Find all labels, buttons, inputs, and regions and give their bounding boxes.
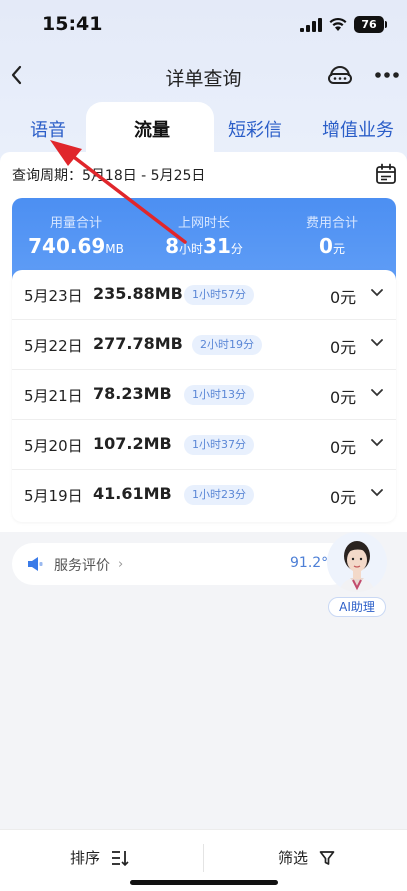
usage-total-value: 740.69MB	[12, 234, 140, 258]
fee-total-label: 费用合计	[305, 216, 358, 231]
table-row[interactable]: 5月22日 277.78MB 2小时19分 0元	[12, 320, 396, 370]
more-icon[interactable]	[374, 68, 400, 82]
tab-sms[interactable]: 短彩信	[228, 116, 282, 142]
row-duration-badge: 2小时19分	[192, 335, 262, 355]
usage-total-number: 740.69	[28, 234, 106, 258]
row-date: 5月20日	[24, 437, 83, 455]
calendar-icon[interactable]	[375, 163, 397, 185]
usage-summary: 用量合计 740.69MB 上网时长 8小时31分 费用合计 0元	[12, 198, 396, 280]
home-indicator	[130, 880, 278, 885]
row-duration-badge: 1小时13分	[184, 385, 254, 405]
row-amount: 235.88MB	[93, 284, 183, 303]
online-minutes: 31	[203, 234, 231, 258]
row-amount: 107.2MB	[93, 434, 172, 453]
row-amount: 41.61MB	[93, 484, 172, 503]
status-time: 15:41	[42, 13, 103, 35]
row-fee: 0元	[330, 338, 357, 357]
service-rating-bar[interactable]: 服务评价 › 91.2°	[12, 543, 352, 585]
chevron-down-icon[interactable]	[370, 438, 384, 448]
ai-assistant-button[interactable]: AI助理	[322, 528, 392, 620]
row-fee: 0元	[330, 488, 357, 507]
table-row[interactable]: 5月19日 41.61MB 1小时23分 0元	[12, 470, 396, 520]
sort-label: 排序	[70, 849, 101, 867]
online-duration-label: 上网时长	[177, 216, 230, 231]
row-amount: 277.78MB	[93, 334, 183, 353]
fee-total-value: 0元	[268, 234, 396, 258]
status-bar: 15:41 76	[0, 0, 407, 50]
row-date: 5月21日	[24, 387, 83, 405]
row-duration-badge: 1小时37分	[184, 435, 254, 455]
tab-voice[interactable]: 语音	[30, 116, 66, 142]
tab-bar: 语音 流量 短彩信 增值业务	[0, 102, 407, 158]
assistant-avatar	[327, 532, 387, 592]
battery-indicator: 76	[354, 16, 384, 33]
row-fee: 0元	[330, 438, 357, 457]
filter-icon	[319, 850, 335, 865]
row-fee: 0元	[330, 288, 357, 307]
ai-assistant-label: AI助理	[328, 597, 386, 617]
row-amount: 78.23MB	[93, 384, 172, 403]
chevron-down-icon[interactable]	[370, 338, 384, 348]
fee-total-unit: 元	[332, 242, 345, 256]
chevron-down-icon[interactable]	[370, 288, 384, 298]
chevron-down-icon[interactable]	[370, 488, 384, 498]
row-date: 5月23日	[24, 287, 83, 305]
filter-button[interactable]: 筛选	[278, 847, 335, 869]
usage-total-unit: MB	[105, 242, 124, 256]
sort-icon	[112, 850, 129, 866]
sort-button[interactable]: 排序	[70, 847, 129, 869]
row-date: 5月22日	[24, 337, 83, 355]
row-fee: 0元	[330, 388, 357, 407]
table-row[interactable]: 5月23日 235.88MB 1小时57分 0元	[12, 270, 396, 320]
row-duration-badge: 1小时23分	[184, 485, 254, 505]
online-minutes-unit: 分	[230, 242, 243, 256]
online-hours: 8	[165, 234, 180, 258]
online-duration-value: 8小时31分	[140, 234, 268, 258]
signal-icon	[300, 18, 322, 32]
rating-chevron: ›	[118, 557, 124, 572]
battery-tip	[385, 21, 387, 28]
table-row[interactable]: 5月20日 107.2MB 1小时37分 0元	[12, 420, 396, 470]
customer-service-icon[interactable]	[326, 62, 354, 88]
online-hours-unit: 小时	[179, 242, 204, 256]
speaker-icon	[28, 557, 43, 571]
filter-label: 筛选	[278, 849, 309, 867]
record-list: 5月23日 235.88MB 1小时57分 0元 5月22日 277.78MB …	[12, 270, 396, 522]
rating-label: 服务评价	[54, 558, 110, 574]
row-duration-badge: 1小时57分	[184, 285, 254, 305]
tab-value-added[interactable]: 增值业务	[322, 116, 394, 142]
fee-total-number: 0	[319, 234, 333, 258]
query-period[interactable]: 查询周期：5月18日 - 5月25日	[12, 165, 205, 185]
tab-data[interactable]: 流量	[134, 116, 170, 142]
chevron-down-icon[interactable]	[370, 388, 384, 398]
table-row[interactable]: 5月21日 78.23MB 1小时13分 0元	[12, 370, 396, 420]
row-date: 5月19日	[24, 487, 83, 505]
toolbar-divider	[203, 844, 204, 872]
wifi-icon	[329, 17, 347, 31]
usage-total-label: 用量合计	[49, 216, 102, 231]
